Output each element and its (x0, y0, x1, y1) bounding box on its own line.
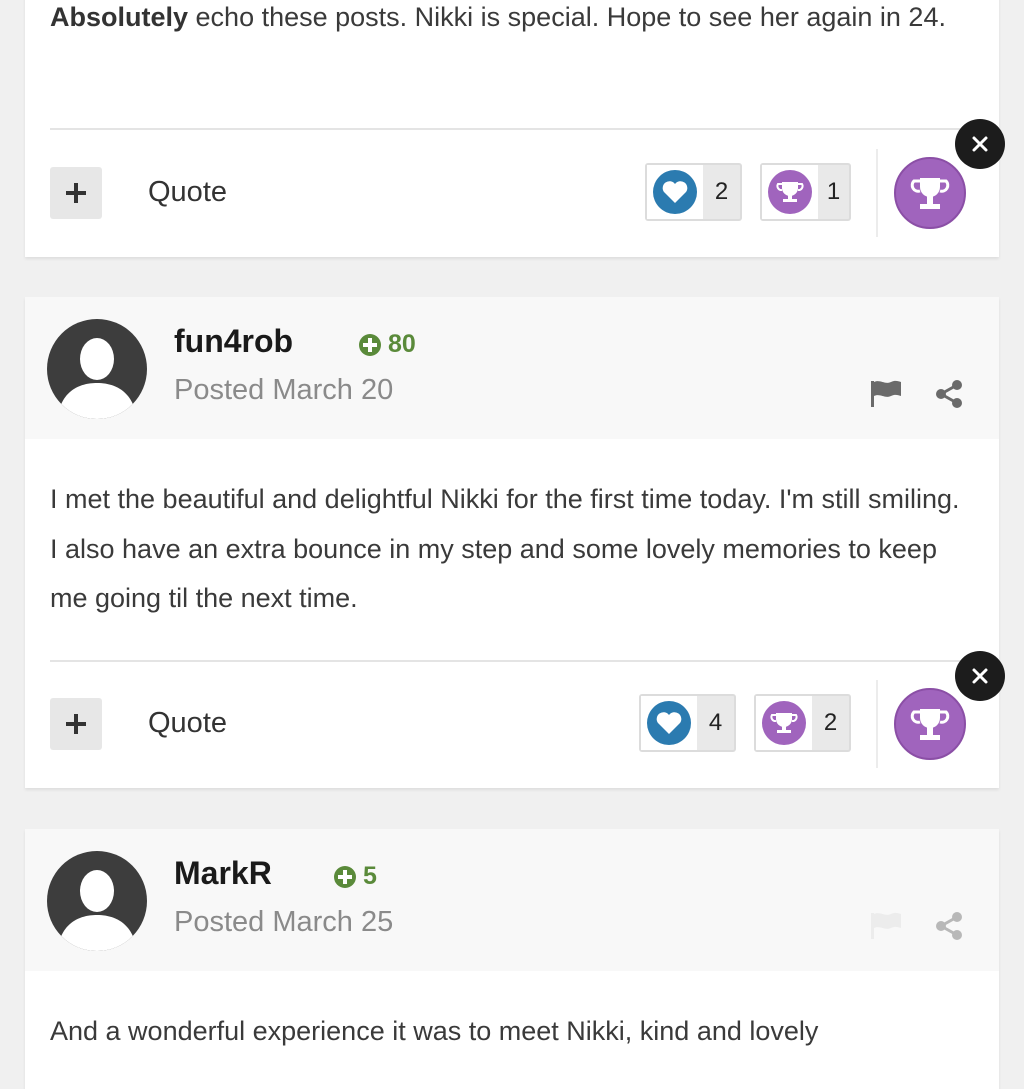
default-avatar-icon (47, 851, 147, 951)
post-date[interactable]: Posted March 25 (174, 906, 393, 939)
heart-icon (653, 170, 697, 214)
plus-icon (66, 714, 86, 734)
post-content: Absolutely echo these posts. Nikki is sp… (50, 0, 974, 43)
add-button[interactable] (50, 167, 102, 219)
footer-separator (876, 149, 878, 237)
close-icon (972, 136, 988, 152)
quote-button[interactable]: Quote (148, 176, 227, 209)
trophy-count: 1 (826, 178, 841, 205)
author-name[interactable]: MarkR (174, 855, 272, 892)
reputation-count: 5 (363, 862, 377, 890)
footer-separator (876, 680, 878, 768)
flag-icon[interactable] (870, 911, 902, 939)
post-content-text: echo these posts. Nikki is special. Hope… (188, 2, 946, 32)
plus-circle-icon (359, 333, 381, 356)
trophy-icon (762, 701, 806, 745)
post-divider (50, 660, 999, 662)
author-name[interactable]: fun4rob (174, 323, 293, 360)
heart-icon (647, 701, 691, 745)
post-card: Absolutely echo these posts. Nikki is sp… (25, 0, 999, 257)
plus-circle-icon (334, 865, 356, 888)
like-reaction[interactable]: 2 (645, 163, 742, 221)
reputation-badge: 80 (358, 330, 416, 359)
plus-icon (66, 183, 86, 203)
default-avatar-icon (47, 319, 147, 419)
like-count: 4 (708, 709, 723, 736)
post-header: fun4rob 80 Posted March 20 (25, 297, 999, 439)
trophy-react-button[interactable] (894, 688, 966, 760)
reputation-count: 80 (388, 330, 416, 358)
post-date[interactable]: Posted March 20 (174, 374, 393, 407)
close-button[interactable] (955, 651, 1005, 701)
flag-icon[interactable] (870, 379, 902, 407)
share-icon[interactable] (934, 379, 964, 409)
post-content: I met the beautiful and delightful Nikki… (50, 484, 960, 613)
avatar[interactable] (47, 319, 147, 419)
add-button[interactable] (50, 698, 102, 750)
share-icon[interactable] (934, 911, 964, 941)
avatar[interactable] (47, 851, 147, 951)
reputation-badge: 5 (333, 862, 377, 891)
quote-button[interactable]: Quote (148, 707, 227, 740)
post-content-bold: Absolutely (50, 2, 189, 32)
post-card: MarkR 5 Posted March 25 And a wonderful … (25, 829, 999, 1089)
trophy-icon (768, 170, 812, 214)
trophy-icon (910, 709, 950, 740)
close-icon (972, 668, 988, 684)
trophy-icon (910, 178, 950, 209)
trophy-reaction[interactable]: 2 (754, 694, 851, 752)
close-button[interactable] (955, 119, 1005, 169)
post-header: MarkR 5 Posted March 25 (25, 829, 999, 971)
trophy-count: 2 (823, 709, 838, 736)
like-reaction[interactable]: 4 (639, 694, 736, 752)
trophy-react-button[interactable] (894, 157, 966, 229)
post-content: And a wonderful experience it was to mee… (50, 1016, 819, 1046)
post-divider (50, 128, 999, 130)
trophy-reaction[interactable]: 1 (760, 163, 851, 221)
like-count: 2 (714, 178, 729, 205)
